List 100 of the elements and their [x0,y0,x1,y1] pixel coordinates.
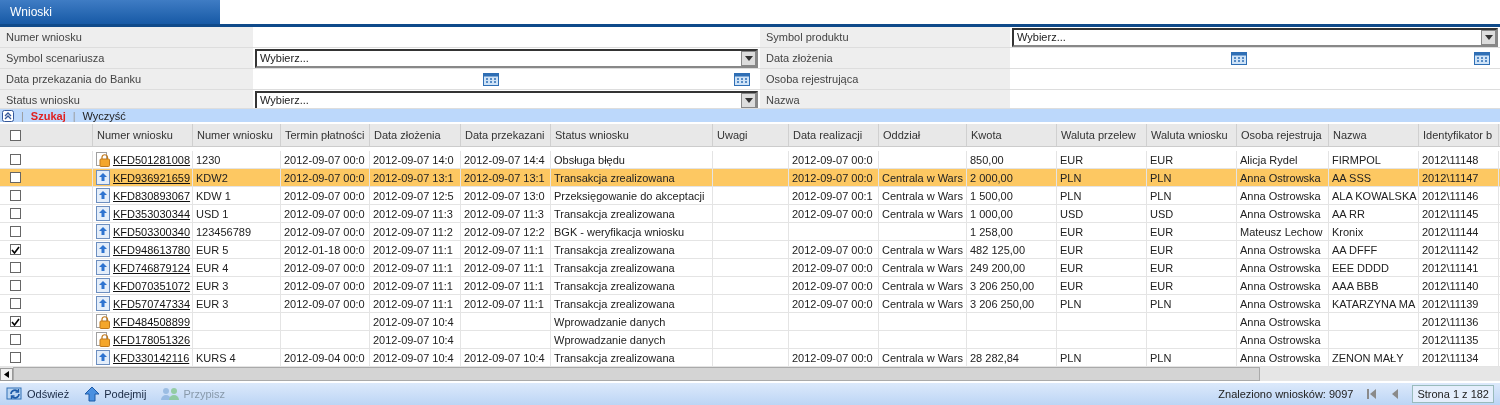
row-checkbox[interactable] [10,298,21,309]
row-checkbox[interactable] [10,334,21,345]
application-link[interactable]: KFD830893067 [113,189,191,202]
application-link[interactable]: KFD746879124 [113,261,191,274]
application-link[interactable]: KFD570747334 [113,297,191,310]
table-cell: FIRMPOL [1332,153,1381,166]
column-header[interactable]: Data realizacji [793,129,863,141]
table-cell: KDW2 [196,171,228,184]
column-header[interactable]: Kwota [971,129,1002,141]
dropdown[interactable]: Wybierz... [255,48,758,68]
row-checkbox[interactable] [10,262,21,273]
row-checkbox[interactable] [10,172,21,183]
row-checkbox[interactable] [10,316,21,327]
table-row[interactable]: KFD570747334 EUR 3 2012-09-07 00:0 2012-09-07 11:1 2012-09-07 11:1 Transakcja zrealizowana 2012-09-07 00:0 Centrala w Wars 3 206 250,00 PLN PLN Anna Ostrowska KATARZYNA MA 2012\11139 [0,295,1500,313]
table-row[interactable]: KFD070351072 EUR 3 2012-09-07 00:0 2012-09-07 11:1 2012-09-07 11:1 Transakcja zrealizowana 2012-09-07 00:0 Centrala w Wars 3 206 250,00 EUR EUR Anna Ostrowska AAA BBB 2012\11140 [0,277,1500,295]
table-cell: Anna Ostrowska [1240,279,1321,292]
application-link[interactable]: KFD503300340 [113,225,191,238]
application-link[interactable]: KFD178051326 [113,333,191,346]
table-row[interactable]: KFD746879124 EUR 4 2012-09-07 00:0 2012-09-07 11:1 2012-09-07 11:1 Transakcja zrealizowana 2012-09-07 00:0 Centrala w Wars 249 200,00 EUR EUR Anna Ostrowska EEE DDDD 2012\11141 [0,259,1500,277]
dropdown[interactable]: Wybierz... [255,90,758,108]
table-row[interactable]: KFD484508899 2012-09-07 10:4 Wprowadzanie danych Anna Ostrowska 2012\11136 [0,313,1500,331]
table-cell: 2012-09-07 00:0 [792,261,873,274]
calendar-icon[interactable] [1474,51,1490,65]
column-header[interactable]: Waluta przelew [1061,129,1136,141]
table-row[interactable]: KFD936921659 KDW2 2012-09-07 00:0 2012-09-07 13:1 2012-09-07 13:1 Transakcja zrealizowana 2012-09-07 00:0 Centrala w Wars 2 000,00 PLN PLN Anna Ostrowska AA SSS 2012\11147 [0,169,1500,187]
collapse-icon[interactable] [2,109,14,122]
refresh-button[interactable]: Odśwież [6,386,70,402]
table-cell: EUR 3 [196,297,229,310]
column-header[interactable]: Identyfikator b [1423,129,1493,141]
row-checkbox[interactable] [10,208,21,219]
column-header[interactable]: Data złożenia [374,129,441,141]
table-cell: Centrala w Wars [882,261,963,274]
table-cell: Transakcja zrealizowana [554,171,675,184]
table-row[interactable]: KFD353030344 USD 1 2012-09-07 00:0 2012-09-07 11:3 2012-09-07 11:3 Transakcja zrealizowana 2012-09-07 00:0 Centrala w Wars 1 000,00 USD USD Anna Ostrowska AA RR 2012\11145 [0,205,1500,223]
tab[interactable]: Wnioski [0,0,220,24]
refresh-icon [6,386,24,402]
scroll-left-icon[interactable] [4,370,9,378]
horizontal-scrollbar[interactable] [0,367,1500,381]
table-cell: 28 282,84 [970,351,1019,364]
column-header[interactable]: Waluta wniosku [1151,129,1228,141]
table-cell: PLN [1150,171,1172,184]
column-header[interactable]: Termin płatności [285,129,365,141]
take-button[interactable]: Podejmij [83,386,147,402]
table-cell: Anna Ostrowska [1240,297,1321,310]
application-link[interactable]: KFD330142116 [113,351,190,364]
calendar-icon[interactable] [1231,51,1247,65]
application-link[interactable]: KFD948613780 [113,243,191,256]
column-header[interactable]: Osoba rejestruja [1241,129,1322,141]
row-checkbox[interactable] [10,226,21,237]
table-cell: 850,00 [970,153,1004,166]
row-checkbox[interactable] [10,244,21,255]
first-page-icon[interactable] [1367,389,1378,399]
table-cell: 2012-09-07 00:0 [284,279,365,292]
select-all-checkbox[interactable] [10,129,21,141]
column-header[interactable]: Status wniosku [555,129,629,141]
column-header[interactable]: Uwagi [717,129,748,141]
application-link[interactable]: KFD501281008 [113,153,191,166]
table-cell: 482 125,00 [970,243,1026,256]
table-cell: BGK - weryfikacja wniosku [554,225,685,238]
row-checkbox[interactable] [10,280,21,291]
upload-document-icon [96,296,110,311]
column-header[interactable]: Numer wniosku [97,129,173,141]
row-checkbox[interactable] [10,352,21,363]
table-cell: Anna Ostrowska [1240,207,1321,220]
table-row[interactable]: KFD503300340 123456789 2012-09-07 00:0 2012-09-07 11:2 2012-09-07 12:2 BGK - weryfikacja wniosku 1 258,00 EUR EUR Mateusz Lechow Kronix 2012\11144 [0,223,1500,241]
application-link[interactable]: KFD484508899 [113,315,191,328]
column-header[interactable]: Oddział [883,129,921,141]
application-link[interactable]: KFD936921659 [113,171,191,184]
separator: | [72,109,76,122]
dropdown[interactable]: Wybierz... [1012,27,1498,47]
field-label: Symbol scenariusza [0,48,253,69]
table-cell: Transakcja zrealizowana [554,207,675,220]
table-cell: 2012-09-07 11:1 [464,297,544,310]
table-cell: USD 1 [196,207,229,220]
table-row[interactable]: KFD178051326 2012-09-07 10:4 Wprowadzanie danych Anna Ostrowska 2012\11135 [0,331,1500,349]
table-cell: EUR [1150,153,1174,166]
table-cell: EUR [1060,279,1084,292]
field-label: Data przekazania do Banku [0,69,253,90]
column-header[interactable]: Data przekazani [465,129,545,141]
calendar-icon[interactable] [734,72,750,86]
table-cell: 2012\11141 [1422,261,1479,274]
application-link[interactable]: KFD353030344 [113,207,191,220]
clear-link[interactable]: Wyczyść [82,109,126,122]
calendar-icon[interactable] [482,72,499,86]
table-cell: 2012-09-07 14:4 [464,153,545,166]
table-row[interactable]: KFD948613780 EUR 5 2012-01-18 00:0 2012-09-07 11:1 2012-09-07 11:1 Transakcja zrealizowana 2012-09-07 00:0 Centrala w Wars 482 125,00 EUR EUR Anna Ostrowska AA DFFF 2012\11142 [0,241,1500,259]
row-checkbox[interactable] [10,190,21,201]
table-cell: Wprowadzanie danych [554,333,666,346]
table-cell: 1 500,00 [970,189,1013,202]
column-header[interactable]: Nazwa [1333,129,1367,141]
table-row[interactable]: KFD830893067 KDW 1 2012-09-07 00:0 2012-09-07 12:5 2012-09-07 13:0 Przeksięgowanie do akceptacji 2012-09-07 00:1 Centrala w Wars 1 500,00 PLN PLN Anna Ostrowska ALA KOWALSKA 2012\11146 [0,187,1500,205]
application-link[interactable]: KFD070351072 [113,279,191,292]
column-header[interactable]: Numer wniosku [197,129,273,141]
row-checkbox[interactable] [10,154,21,165]
table-cell: ALA KOWALSKA [1332,189,1417,202]
table-cell: 2012-09-07 11:1 [464,243,544,256]
previous-page-icon[interactable] [1391,389,1399,399]
table-cell: 2012-01-18 00:0 [284,243,365,256]
table-cell: 2012-09-07 00:0 [284,171,365,184]
table-cell: 2012-09-07 00:0 [284,153,365,166]
